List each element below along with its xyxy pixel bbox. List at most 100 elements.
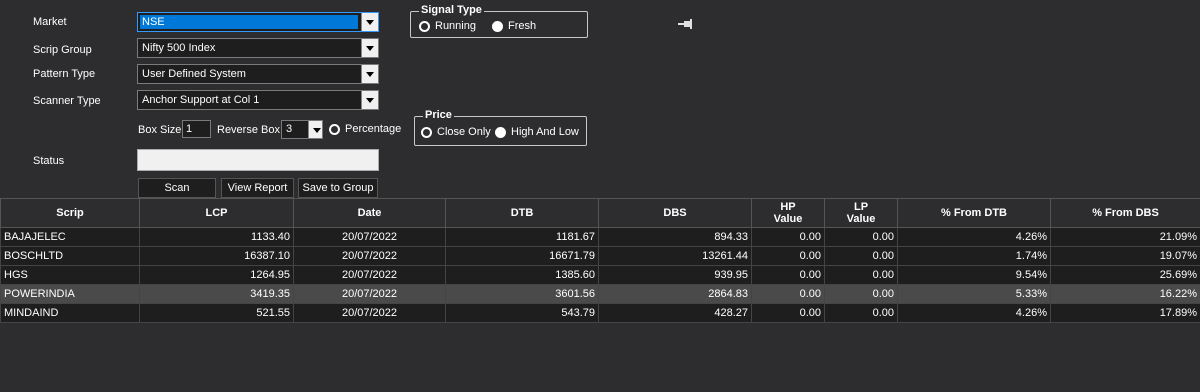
table-cell: 9.54% [897, 265, 1051, 285]
table-cell: BAJAJELEC [0, 227, 140, 247]
radio-circle-icon [419, 20, 430, 32]
signal-running-radio[interactable]: Running [419, 20, 476, 32]
price-close-only-radio[interactable]: Close Only [421, 126, 491, 138]
reverse-box-select[interactable]: 3 [281, 120, 323, 139]
table-cell: 21.09% [1050, 227, 1200, 247]
table-cell: 20/07/2022 [293, 303, 446, 323]
pin-icon[interactable] [678, 19, 694, 29]
table-cell: 428.27 [598, 303, 752, 323]
table-cell: 0.00 [824, 265, 898, 285]
chevron-down-icon[interactable] [361, 13, 378, 31]
scrip-group-select-value: Nifty 500 Index [142, 42, 216, 54]
scanner-type-label: Scanner Type [33, 95, 101, 107]
table-cell: 0.00 [751, 227, 825, 247]
column-header[interactable]: HP Value [751, 198, 825, 228]
signal-fresh-label: Fresh [508, 20, 537, 32]
table-cell: 19.07% [1050, 246, 1200, 266]
market-select[interactable]: NSE [137, 12, 379, 32]
price-high-low-radio[interactable]: High And Low [495, 126, 579, 138]
column-header[interactable]: LCP [139, 198, 294, 228]
table-cell: HGS [0, 265, 140, 285]
table-row[interactable]: BAJAJELEC 1133.40 20/07/2022 1181.67 894.33 0… [0, 227, 1200, 247]
table-cell: 0.00 [824, 246, 898, 266]
column-header[interactable]: DTB [445, 198, 599, 228]
radio-circle-icon [329, 123, 340, 135]
percentage-radio[interactable]: Percentage [329, 123, 401, 135]
table-cell: 25.69% [1050, 265, 1200, 285]
signal-type-group: Signal Type Running Fresh [410, 4, 588, 38]
reverse-box-label: Reverse Box [217, 124, 280, 136]
save-to-group-button[interactable]: Save to Group [298, 178, 378, 198]
table-cell: 4.26% [897, 303, 1051, 323]
table-cell: 0.00 [824, 303, 898, 323]
price-title: Price [423, 109, 454, 121]
results-table: Scrip LCP Date DTB DBS HP Value LP Value% From D… [0, 198, 1200, 323]
table-header-row: Scrip LCP Date DTB DBS HP Value LP Value% From D… [0, 198, 1200, 228]
price-group: Price Close Only High And Low [414, 109, 587, 146]
table-cell: 1264.95 [139, 265, 294, 285]
reverse-box-select-value: 3 [286, 123, 293, 135]
table-cell: 20/07/2022 [293, 246, 446, 266]
radio-selected-icon [492, 20, 503, 32]
box-size-input[interactable]: 1 [182, 120, 211, 138]
table-cell: 0.00 [751, 303, 825, 323]
table-cell: 5.33% [897, 284, 1051, 304]
table-cell: 16671.79 [445, 246, 599, 266]
price-high-low-label: High And Low [511, 126, 579, 138]
scanner-type-select[interactable]: Anchor Support at Col 1 [137, 90, 379, 110]
table-cell: 3601.56 [445, 284, 599, 304]
percentage-radio-label: Percentage [345, 123, 402, 135]
results-grid[interactable]: Scrip LCP Date DTB DBS HP Value LP Value% From D… [0, 198, 1200, 392]
scan-button[interactable]: Scan [138, 178, 216, 198]
radio-selected-icon [495, 126, 506, 138]
table-cell: POWERINDIA [0, 284, 140, 304]
table-cell: 2864.83 [598, 284, 752, 304]
signal-running-label: Running [435, 20, 476, 32]
column-header[interactable]: % From DBS [1050, 198, 1200, 228]
table-cell: 17.89% [1050, 303, 1200, 323]
pattern-type-select-value: User Defined System [142, 68, 246, 80]
table-cell: 0.00 [751, 246, 825, 266]
table-cell: MINDAIND [0, 303, 140, 323]
signal-fresh-radio[interactable]: Fresh [492, 20, 536, 32]
table-cell: 0.00 [824, 284, 898, 304]
chevron-down-icon[interactable] [361, 39, 378, 57]
table-cell: 939.95 [598, 265, 752, 285]
signal-type-title: Signal Type [419, 4, 484, 16]
table-row[interactable]: HGS 1264.95 20/07/2022 1385.60 939.95 0.00 0.0… [0, 265, 1200, 285]
table-row[interactable]: POWERINDIA 3419.35 20/07/2022 3601.56 2864.8… [0, 284, 1200, 304]
column-header[interactable]: Scrip [0, 198, 140, 228]
table-row[interactable]: BOSCHLTD 16387.10 20/07/2022 16671.79 13261.… [0, 246, 1200, 266]
table-cell: 4.26% [897, 227, 1051, 247]
scrip-group-select[interactable]: Nifty 500 Index [137, 38, 379, 58]
scanner-type-select-value: Anchor Support at Col 1 [142, 94, 260, 106]
view-report-button[interactable]: View Report [221, 178, 294, 198]
column-header[interactable]: % From DTB [897, 198, 1051, 228]
table-row[interactable]: MINDAIND 521.55 20/07/2022 543.79 428.27 0.00… [0, 303, 1200, 323]
table-cell: 1181.67 [445, 227, 599, 247]
market-select-value: NSE [140, 15, 358, 29]
price-close-only-label: Close Only [437, 126, 491, 138]
column-header[interactable]: LP Value [824, 198, 898, 228]
radio-circle-icon [421, 126, 432, 138]
table-cell: 894.33 [598, 227, 752, 247]
table-cell: 16.22% [1050, 284, 1200, 304]
chevron-down-icon[interactable] [308, 121, 322, 138]
table-cell: 0.00 [751, 284, 825, 304]
column-header[interactable]: Date [293, 198, 446, 228]
status-label: Status [33, 155, 65, 167]
table-cell: 3419.35 [139, 284, 294, 304]
table-cell: 1.74% [897, 246, 1051, 266]
table-cell: 20/07/2022 [293, 284, 446, 304]
chevron-down-icon[interactable] [361, 91, 378, 109]
table-cell: 16387.10 [139, 246, 294, 266]
table-cell: 0.00 [751, 265, 825, 285]
table-cell: 543.79 [445, 303, 599, 323]
scrip-group-label: Scrip Group [33, 44, 92, 56]
chevron-down-icon[interactable] [361, 65, 378, 83]
table-cell: 20/07/2022 [293, 227, 446, 247]
pattern-type-select[interactable]: User Defined System [137, 64, 379, 84]
status-field [137, 149, 379, 171]
column-header[interactable]: DBS [598, 198, 752, 228]
pattern-type-label: Pattern Type [33, 68, 96, 80]
